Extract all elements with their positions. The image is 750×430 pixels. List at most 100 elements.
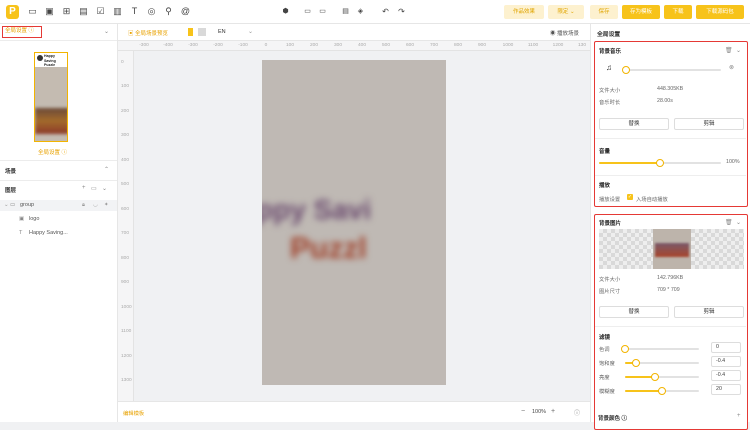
hue-input[interactable]: 0 — [711, 342, 741, 353]
color-swatch-icon[interactable] — [188, 28, 193, 36]
tool-target-icon[interactable]: ◎ — [146, 6, 157, 17]
download-button[interactable]: 下载 — [664, 5, 692, 19]
saturation-input[interactable]: -0.4 — [711, 356, 741, 367]
edit-template-link[interactable]: 编辑模板 — [123, 409, 144, 417]
saturation-slider[interactable] — [625, 359, 699, 367]
scene-preview-tab[interactable]: ▣ 全局场景预览 — [128, 29, 168, 37]
global-settings-tab[interactable]: 全局设置 ⓘ — [2, 26, 42, 38]
ruler-tick: 900 — [121, 280, 130, 285]
folder-icon[interactable]: ▭ — [91, 185, 97, 192]
replace-music-button[interactable]: 替换 — [599, 118, 669, 130]
play-scene-button[interactable]: ◉ 播放场景 — [550, 29, 579, 37]
preview-button[interactable]: 作品效果 — [504, 5, 544, 19]
add-layer-icon[interactable]: + — [82, 185, 86, 191]
ruler-tick: -400 — [163, 43, 173, 48]
frame-icon[interactable]: ▭ — [302, 6, 313, 17]
slider-knob[interactable] — [632, 359, 641, 367]
chevron-down-icon[interactable]: ⌄ — [736, 219, 741, 226]
design-canvas[interactable]: ppy Savi Puzzl — [262, 60, 446, 385]
zoom-in-button[interactable]: + — [551, 408, 555, 415]
slider-knob[interactable] — [650, 373, 659, 381]
play-title: 播放 — [599, 183, 611, 189]
brightness-input[interactable]: -0.4 — [711, 370, 741, 381]
volume-value: 100% — [726, 159, 740, 165]
tool-image-icon[interactable]: ▭ — [27, 6, 38, 17]
delete-icon[interactable]: 🗑︎ — [725, 47, 733, 54]
layer-row-text[interactable]: T Happy Saving... — [0, 228, 117, 239]
tool-at-icon[interactable]: @ — [180, 6, 191, 17]
save-as-template-button[interactable]: 存为模板 — [622, 5, 660, 19]
chevron-up-icon[interactable]: ⌃ — [104, 166, 109, 173]
ruler-tick: -300 — [139, 43, 149, 48]
layer-row-group[interactable]: ⌄ ▭ group 🔒︎ ◡ ✦ — [0, 200, 117, 211]
image-preview[interactable] — [599, 229, 744, 269]
tool-layout-icon[interactable]: ▤ — [78, 6, 89, 17]
preview-art — [655, 243, 689, 257]
save-button[interactable]: 保存 — [590, 5, 618, 19]
tool-table-icon[interactable]: ▥ — [112, 6, 123, 17]
pin-icon[interactable]: ✦ — [104, 200, 109, 211]
blur-slider[interactable] — [625, 387, 699, 395]
tool-checkbox-icon[interactable]: ☑ — [95, 6, 106, 17]
crop-music-button[interactable]: 剪辑 — [674, 118, 744, 130]
chevron-down-icon[interactable]: ⌄ — [736, 47, 741, 54]
ruler-tick: 400 — [121, 158, 130, 163]
frame2-icon[interactable]: ▭ — [317, 6, 328, 17]
canvas-footer: 编辑模板 − 100% + ⓘ — [118, 401, 590, 422]
crop-image-button[interactable]: 剪辑 — [674, 306, 744, 318]
caret-icon[interactable]: ⌄ — [4, 200, 9, 211]
language-select[interactable]: EN — [218, 29, 226, 35]
layer-row-logo[interactable]: ▣ logo — [0, 214, 117, 225]
play-scene-label: 播放场景 — [557, 31, 580, 37]
color-swatch-icon[interactable] — [198, 28, 206, 36]
slider-knob[interactable] — [658, 387, 666, 395]
tool-text-icon[interactable]: T — [129, 6, 140, 17]
replace-image-button[interactable]: 替换 — [599, 306, 669, 318]
copy-icon[interactable]: ▤ — [340, 6, 351, 17]
thumb-title: Happy Saving Puzzle — [44, 54, 67, 68]
hue-slider[interactable] — [621, 345, 699, 353]
volume-fill — [599, 162, 660, 164]
volume-slider[interactable] — [599, 159, 721, 167]
add-icon[interactable]: + — [737, 413, 741, 419]
download-source-button[interactable]: 下载源码包 — [696, 5, 744, 19]
filter-blur-label: 模糊度 — [599, 389, 615, 395]
ruler-tick: 130 — [577, 43, 587, 48]
autoplay-label: 入场自动播放 — [636, 197, 668, 203]
chevron-down-icon[interactable]: ⌄ — [102, 185, 107, 192]
divider — [0, 180, 117, 181]
tool-picture-icon[interactable]: ▣ — [44, 6, 55, 17]
tool-pin-icon[interactable]: ⚲ — [163, 6, 174, 17]
volume-knob[interactable] — [656, 159, 664, 167]
right-panel: 全局设置 背景音乐 🗑︎ ⌄ ♫ ⊗ 文件大小 448.305KB 音乐时长 2… — [590, 24, 750, 430]
lock-icon[interactable]: 🔒︎ — [82, 200, 85, 211]
redo-icon[interactable]: ↷ — [396, 6, 407, 17]
divider — [595, 326, 746, 327]
music-progress-knob[interactable] — [622, 66, 630, 74]
autoplay-checkbox[interactable]: ✓ — [627, 194, 633, 200]
divider — [0, 160, 117, 161]
collapse-icon[interactable]: ⌄ — [104, 28, 109, 35]
eye-icon[interactable]: ◡ — [93, 200, 98, 211]
template-dropdown[interactable]: 限定 ⌄ — [548, 5, 584, 19]
tool-grid-icon[interactable]: ⊞ — [61, 6, 72, 17]
close-icon[interactable]: ⊗ — [729, 64, 734, 71]
brightness-slider[interactable] — [625, 373, 699, 381]
canvas-toolbar: ▣ 全局场景预览 EN ⌄ ◉ 播放场景 — [118, 24, 590, 41]
chevron-down-icon[interactable]: ⌄ — [248, 28, 253, 35]
help-icon[interactable]: ⓘ — [574, 408, 580, 417]
zoom-out-button[interactable]: − — [521, 408, 525, 415]
ruler-tick: 300 — [333, 43, 343, 48]
slider-knob[interactable] — [621, 345, 629, 353]
undo-icon[interactable]: ↶ — [380, 6, 391, 17]
play-settings-label: 播放设置 — [599, 197, 621, 203]
scene-thumbnail[interactable]: Happy Saving Puzzle — [34, 52, 68, 142]
paste-icon[interactable]: ◈ — [355, 6, 366, 17]
blur-input[interactable]: 20 — [711, 384, 741, 395]
ruler-tick: 600 — [405, 43, 415, 48]
music-progress-track[interactable] — [622, 66, 721, 74]
filter-brightness-label: 亮度 — [599, 375, 610, 381]
thumb-title-line1: Happy Saving — [44, 54, 56, 63]
layer-icon[interactable]: ⬢ — [280, 6, 291, 17]
delete-icon[interactable]: 🗑︎ — [725, 219, 733, 226]
